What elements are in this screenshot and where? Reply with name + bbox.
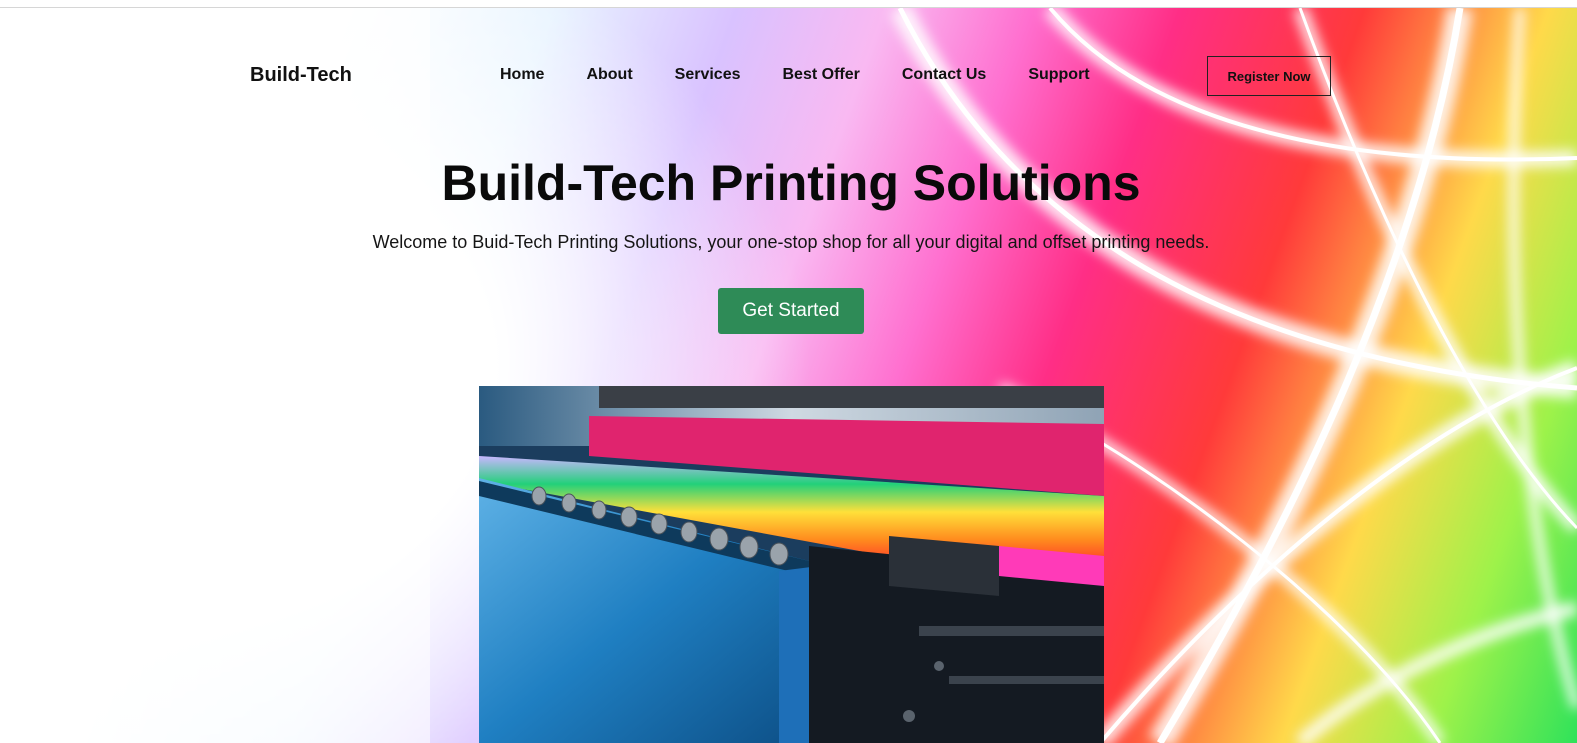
printing-press-image <box>479 386 1104 743</box>
hero-title: Build-Tech Printing Solutions <box>441 155 1141 211</box>
page: Build-Tech Home About Services Best Offe… <box>0 0 1577 743</box>
browser-edge <box>0 0 1577 8</box>
nav-support[interactable]: Support <box>1028 66 1089 84</box>
get-started-button[interactable]: Get Started <box>718 288 864 334</box>
content: Build-Tech Home About Services Best Offe… <box>0 0 1577 743</box>
printing-press-illustration <box>479 386 1104 743</box>
hero-subtitle: Welcome to Buid-Tech Printing Solutions,… <box>372 232 1210 252</box>
nav-home[interactable]: Home <box>500 66 544 84</box>
nav-services[interactable]: Services <box>675 66 741 84</box>
register-now-button[interactable]: Register Now <box>1207 56 1331 96</box>
nav-contact-us[interactable]: Contact Us <box>902 66 986 84</box>
nav-about[interactable]: About <box>586 66 632 84</box>
logo[interactable]: Build-Tech <box>250 64 352 87</box>
main-nav: Home About Services Best Offer Contact U… <box>500 66 1090 84</box>
nav-best-offer[interactable]: Best Offer <box>783 66 860 84</box>
